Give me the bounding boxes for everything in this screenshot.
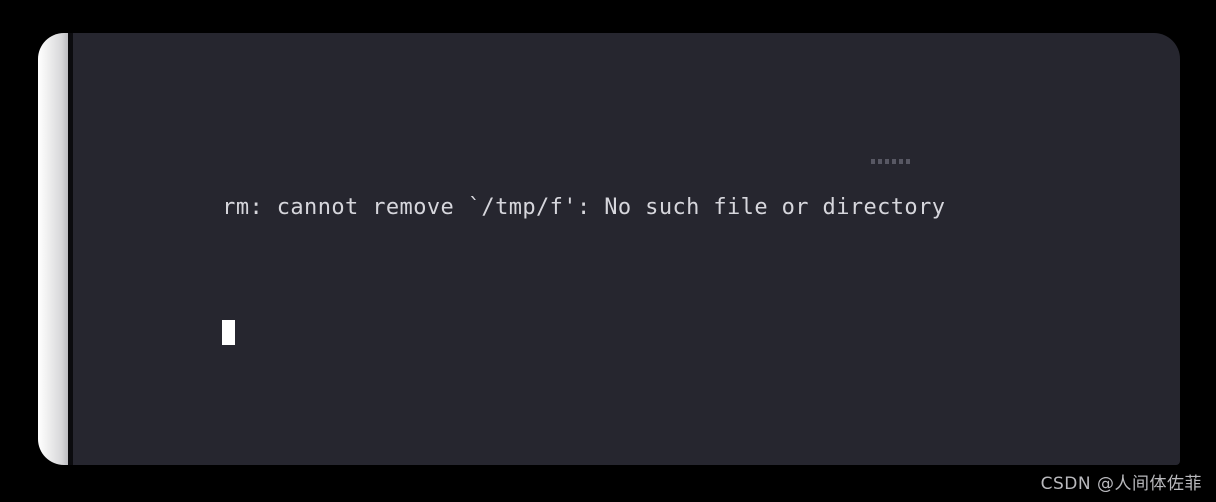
window-left-edge-highlight	[38, 33, 68, 465]
block-cursor	[222, 320, 236, 345]
terminal-line-cursor	[113, 287, 1172, 345]
terminal-blank-line-1	[113, 413, 1172, 445]
error-message-text: rm: cannot remove `/tmp/f': No such file…	[222, 195, 946, 220]
terminal-body[interactable]: rm: cannot remove `/tmp/f': No such file…	[73, 33, 1180, 465]
terminal-window[interactable]: rm: cannot remove `/tmp/f': No such file…	[38, 33, 1180, 465]
csdn-watermark: CSDN @人间体佐菲	[1040, 474, 1202, 494]
terminal-output-area[interactable]: rm: cannot remove `/tmp/f': No such file…	[113, 66, 1172, 465]
terminal-line-error: rm: cannot remove `/tmp/f': No such file…	[113, 161, 1172, 220]
